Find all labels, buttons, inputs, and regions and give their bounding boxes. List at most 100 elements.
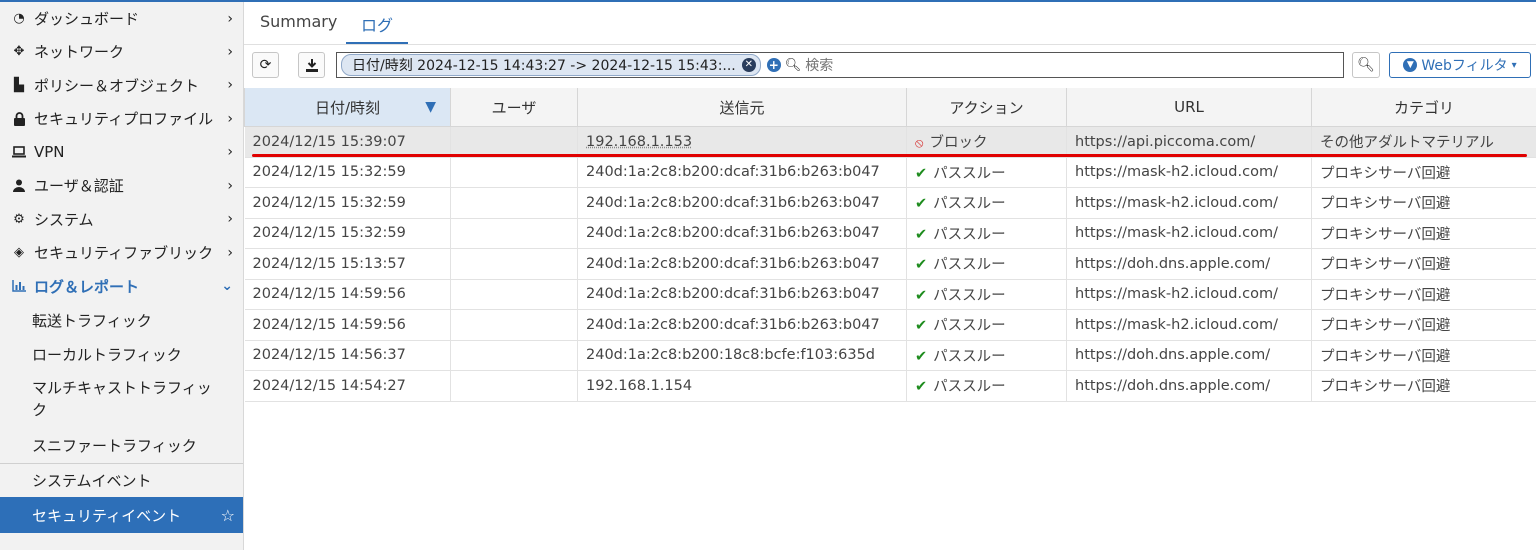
table-row[interactable]: 2024/12/15 14:56:37 240d:1a:2c8:b200:18c8…: [245, 340, 1536, 371]
cell-url: https://doh.dns.apple.com/: [1067, 340, 1312, 371]
cell-url: https://api.piccoma.com/: [1067, 127, 1312, 158]
sidebar-item-security-profiles[interactable]: セキュリティプロファイル ›: [0, 102, 243, 136]
sidebar-item-vpn[interactable]: VPN ›: [0, 136, 243, 170]
tab-summary[interactable]: Summary: [260, 12, 337, 31]
table-row[interactable]: 2024/12/15 15:32:59 240d:1a:2c8:b200:dcaf…: [245, 157, 1536, 188]
table-row[interactable]: 2024/12/15 15:32:59 240d:1a:2c8:b200:dcaf…: [245, 188, 1536, 219]
table-row[interactable]: 2024/12/15 14:59:56 240d:1a:2c8:b200:dcaf…: [245, 310, 1536, 341]
cell-source: 192.168.1.154: [578, 371, 907, 402]
chevron-right-icon: ›: [227, 144, 233, 160]
cell-user: [451, 310, 578, 341]
check-icon: ✔: [915, 318, 927, 334]
datetime-text: 2024/12/15 15:32:59: [253, 225, 406, 241]
url-text: https://mask-h2.icloud.com/: [1075, 225, 1278, 241]
column-header-label: 日付/時刻: [315, 99, 380, 117]
sidebar-item-network[interactable]: ✥ ネットワーク ›: [0, 35, 243, 69]
category-text: プロキシサーバ回避: [1320, 257, 1450, 273]
sidebar-item-label: VPN: [34, 143, 65, 161]
sidebar-subitem-label: ローカルトラフィック: [32, 344, 182, 365]
source-text: 240d:1a:2c8:b200:dcaf:31b6:b263:b047: [586, 225, 880, 241]
filter-search-box[interactable]: 日付/時刻 2024-12-15 14:43:27 -> 2024-12-15 …: [336, 52, 1344, 78]
date-filter-chip[interactable]: 日付/時刻 2024-12-15 14:43:27 -> 2024-12-15 …: [341, 54, 761, 76]
column-header-user[interactable]: ユーザ: [451, 88, 578, 127]
column-header-datetime[interactable]: 日付/時刻 ▼: [245, 88, 451, 127]
web-filter-label: Webフィルタ: [1421, 55, 1507, 75]
sidebar-item-policy-objects[interactable]: ▙ ポリシー＆オブジェクト ›: [0, 69, 243, 103]
url-text: https://api.piccoma.com/: [1075, 134, 1255, 150]
datetime-text: 2024/12/15 15:13:57: [253, 256, 406, 272]
sidebar-item-security-fabric[interactable]: ◈ セキュリティファブリック ›: [0, 236, 243, 270]
sidebar-subitem-system-events[interactable]: システムイベント: [0, 463, 243, 497]
datetime-text: 2024/12/15 14:56:37: [253, 347, 406, 363]
action-text: パススルー: [933, 349, 1006, 365]
table-row[interactable]: 2024/12/15 15:39:07 192.168.1.153 ⦸ ブロック htt…: [245, 127, 1536, 158]
source-text[interactable]: 192.168.1.153: [586, 134, 692, 150]
check-icon: ✔: [915, 166, 927, 182]
column-header-label: アクション: [949, 99, 1023, 117]
refresh-button[interactable]: ⟳: [252, 52, 279, 78]
cell-category: プロキシサーバ回避: [1312, 249, 1536, 280]
sidebar-subitem-sniffer-traffic[interactable]: スニファートラフィック: [0, 427, 243, 463]
sidebar-item-system[interactable]: ⚙ システム ›: [0, 203, 243, 237]
table-row[interactable]: 2024/12/15 15:32:59 240d:1a:2c8:b200:dcaf…: [245, 218, 1536, 249]
chevron-right-icon: ›: [227, 44, 233, 60]
cell-datetime: 2024/12/15 14:54:27: [245, 371, 451, 402]
sidebar-subitem-multicast-traffic[interactable]: マルチキャストトラフィック: [0, 371, 243, 427]
cell-user: [451, 218, 578, 249]
cell-action: ✔ パススルー: [907, 157, 1067, 188]
star-icon[interactable]: ☆: [221, 506, 235, 525]
sidebar-item-users-auth[interactable]: ユーザ＆認証 ›: [0, 169, 243, 203]
source-text: 240d:1a:2c8:b200:dcaf:31b6:b263:b047: [586, 164, 880, 180]
sidebar-item-dashboard[interactable]: ◔ ダッシュボード ›: [0, 2, 243, 35]
cell-url: https://doh.dns.apple.com/: [1067, 371, 1312, 402]
filter-icon: ▼: [1403, 58, 1417, 72]
sidebar-subitem-local-traffic[interactable]: ローカルトラフィック: [0, 337, 243, 371]
web-filter-dropdown[interactable]: ▼ Webフィルタ ▾: [1389, 52, 1531, 78]
table-row[interactable]: 2024/12/15 15:13:57 240d:1a:2c8:b200:dcaf…: [245, 249, 1536, 280]
category-text: プロキシサーバ回避: [1320, 318, 1450, 334]
column-header-label: ユーザ: [492, 99, 537, 117]
toolbar: ⟳ 日付/時刻 2024-12-15 14:43:27 -> 2024-12-1…: [244, 52, 1536, 80]
fabric-icon: ◈: [12, 246, 26, 260]
cell-action: ✔ パススルー: [907, 371, 1067, 402]
close-icon[interactable]: ✕: [742, 58, 756, 72]
table-row[interactable]: 2024/12/15 14:59:56 240d:1a:2c8:b200:dcaf…: [245, 279, 1536, 310]
download-button[interactable]: [298, 52, 325, 78]
check-icon: ✔: [915, 379, 927, 395]
cell-user: [451, 157, 578, 188]
search-button[interactable]: 🔍︎: [1352, 52, 1380, 78]
table-row[interactable]: 2024/12/15 14:54:27 192.168.1.154 ✔ パススルー ht…: [245, 371, 1536, 402]
sidebar-item-label: セキュリティファブリック: [34, 242, 213, 263]
cell-source: 192.168.1.153: [578, 127, 907, 158]
add-filter-icon[interactable]: +: [767, 58, 781, 72]
filter-icon[interactable]: ▼: [425, 99, 436, 115]
url-text: https://mask-h2.icloud.com/: [1075, 317, 1278, 333]
sidebar-subitem-forward-traffic[interactable]: 転送トラフィック: [0, 303, 243, 337]
cell-user: [451, 188, 578, 219]
search-input[interactable]: [803, 56, 1007, 74]
sidebar-subitem-security-events[interactable]: セキュリティイベント ☆: [0, 497, 243, 533]
sidebar-subitem-label: システムイベント: [32, 470, 152, 491]
cell-user: [451, 340, 578, 371]
cell-action: ✔ パススルー: [907, 188, 1067, 219]
url-text: https://doh.dns.apple.com/: [1075, 256, 1270, 272]
column-header-source[interactable]: 送信元: [578, 88, 907, 127]
tab-log[interactable]: ログ: [361, 12, 393, 36]
check-icon: ✔: [915, 257, 927, 273]
category-text: プロキシサーバ回避: [1320, 166, 1450, 182]
sidebar-item-label: ポリシー＆オブジェクト: [34, 75, 199, 96]
cell-category: プロキシサーバ回避: [1312, 371, 1536, 402]
category-text: プロキシサーバ回避: [1320, 227, 1450, 243]
cell-user: [451, 371, 578, 402]
cell-action: ⦸ ブロック: [907, 127, 1067, 158]
column-header-category[interactable]: カテゴリ: [1312, 88, 1536, 127]
column-header-action[interactable]: アクション: [907, 88, 1067, 127]
column-header-url[interactable]: URL: [1067, 88, 1312, 127]
network-icon: ✥: [12, 45, 26, 59]
sidebar: ◔ ダッシュボード › ✥ ネットワーク › ▙ ポリシー＆オブジェクト › セ…: [0, 2, 244, 550]
source-text: 240d:1a:2c8:b200:18c8:bcfe:f103:635d: [586, 347, 875, 363]
caret-down-icon: ▾: [1512, 60, 1517, 71]
search-icon: 🔍︎: [785, 58, 802, 73]
sidebar-subitem-label: マルチキャストトラフィック: [32, 377, 219, 421]
sidebar-item-log-report[interactable]: ログ＆レポート ⌄: [0, 270, 243, 304]
